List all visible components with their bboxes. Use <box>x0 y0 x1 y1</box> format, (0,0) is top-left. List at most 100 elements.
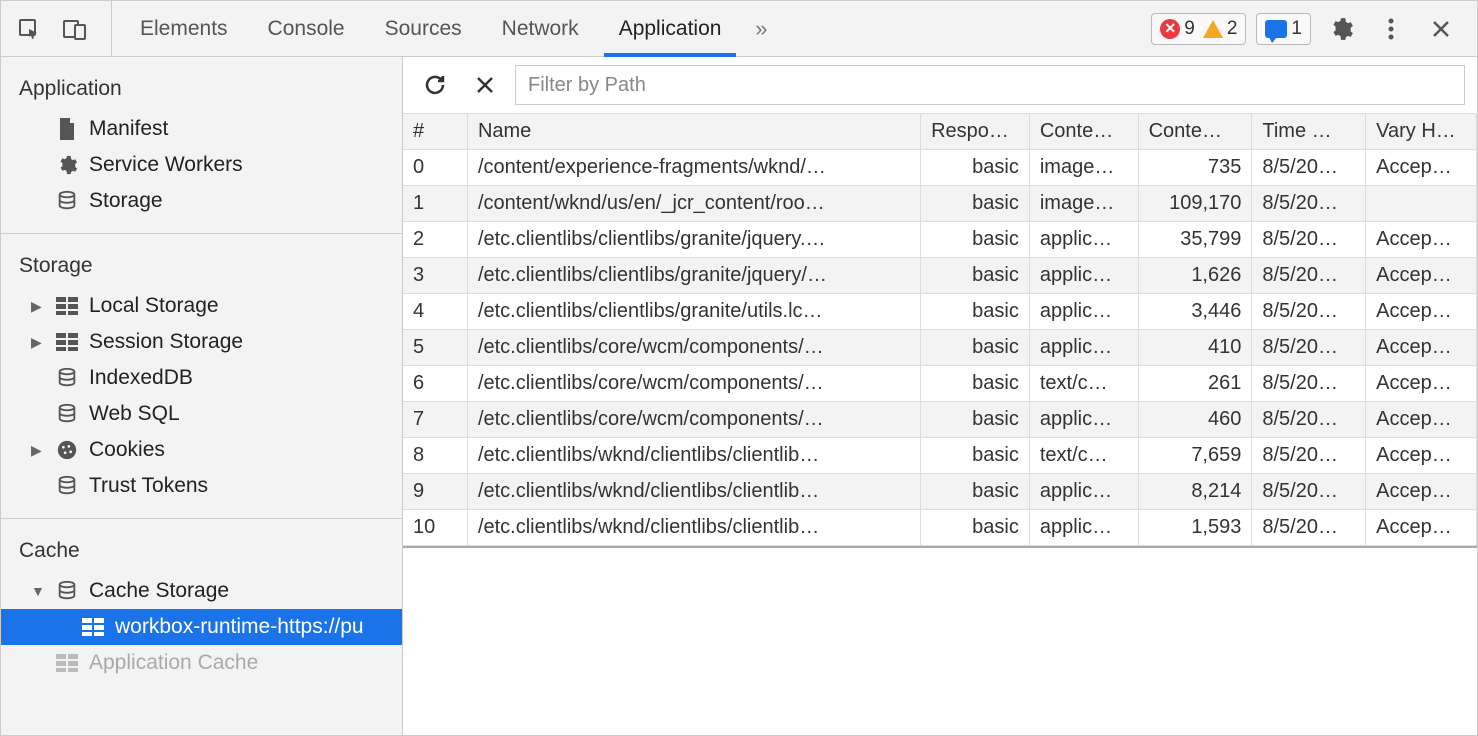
cell-vary: Accep… <box>1366 294 1477 330</box>
sidebar-item-local-storage[interactable]: ▶ Local Storage <box>1 288 402 324</box>
cell-content-length: 1,626 <box>1138 258 1252 294</box>
database-icon <box>55 579 79 603</box>
main-layout: Application Manifest Service Workers <box>1 57 1477 735</box>
issues-badge[interactable]: 1 <box>1256 13 1311 45</box>
table-row[interactable]: 8/etc.clientlibs/wknd/clientlibs/clientl… <box>403 438 1477 474</box>
table-row[interactable]: 9/etc.clientlibs/wknd/clientlibs/clientl… <box>403 474 1477 510</box>
sidebar-section-application: Application Manifest Service Workers <box>1 57 402 234</box>
cell-time: 8/5/20… <box>1252 438 1366 474</box>
inspect-element-icon[interactable] <box>9 9 49 49</box>
cache-content-pane: # Name Respo… Conte… Conte… Time … Vary … <box>403 57 1477 735</box>
error-count: 9 <box>1184 18 1195 40</box>
sidebar-item-cookies[interactable]: ▶ Cookies <box>1 432 402 468</box>
expand-arrow-icon[interactable]: ▶ <box>31 334 45 351</box>
console-status-badge[interactable]: ✕ 9 2 <box>1151 13 1246 45</box>
cell-time: 8/5/20… <box>1252 222 1366 258</box>
sidebar-item-manifest[interactable]: Manifest <box>1 111 402 147</box>
table-row[interactable]: 2/etc.clientlibs/clientlibs/granite/jque… <box>403 222 1477 258</box>
cell-name: /etc.clientlibs/core/wcm/components/… <box>467 330 920 366</box>
kebab-menu-icon[interactable] <box>1371 9 1411 49</box>
close-devtools-icon[interactable] <box>1421 9 1461 49</box>
table-row[interactable]: 10/etc.clientlibs/wknd/clientlibs/client… <box>403 510 1477 546</box>
col-header-content-length[interactable]: Conte… <box>1138 114 1252 150</box>
error-icon: ✕ <box>1160 19 1180 39</box>
cell-response: basic <box>921 258 1030 294</box>
cell-response: basic <box>921 186 1030 222</box>
toggle-device-icon[interactable] <box>55 9 95 49</box>
cell-vary: Accep… <box>1366 150 1477 186</box>
label: Web SQL <box>89 402 180 426</box>
label: Storage <box>89 189 163 213</box>
cell-name: /etc.clientlibs/clientlibs/granite/jquer… <box>467 222 920 258</box>
cell-response: basic <box>921 222 1030 258</box>
table-row[interactable]: 6/etc.clientlibs/core/wcm/components/…ba… <box>403 366 1477 402</box>
application-sidebar: Application Manifest Service Workers <box>1 57 403 735</box>
cell-content-length: 8,214 <box>1138 474 1252 510</box>
cell-content-length: 735 <box>1138 150 1252 186</box>
delete-icon[interactable] <box>465 65 505 105</box>
cell-content-length: 261 <box>1138 366 1252 402</box>
tab-elements[interactable]: Elements <box>120 1 248 56</box>
table-icon <box>81 615 105 639</box>
col-header-content-type[interactable]: Conte… <box>1029 114 1138 150</box>
label: Service Workers <box>89 153 243 177</box>
devtools-tabbar: Elements Console Sources Network Applica… <box>1 1 1477 57</box>
col-header-time[interactable]: Time … <box>1252 114 1366 150</box>
cell-content-type: text/c… <box>1029 438 1138 474</box>
table-row[interactable]: 7/etc.clientlibs/core/wcm/components/…ba… <box>403 402 1477 438</box>
cell-index: 5 <box>403 330 467 366</box>
col-header-name[interactable]: Name <box>467 114 920 150</box>
cell-response: basic <box>921 402 1030 438</box>
expand-arrow-icon[interactable]: ▶ <box>31 298 45 315</box>
tab-sources[interactable]: Sources <box>365 1 482 56</box>
col-header-index[interactable]: # <box>403 114 467 150</box>
filter-input[interactable] <box>515 65 1465 105</box>
cell-response: basic <box>921 438 1030 474</box>
col-header-vary[interactable]: Vary H… <box>1366 114 1477 150</box>
warning-icon <box>1203 20 1223 38</box>
cell-index: 3 <box>403 258 467 294</box>
settings-icon[interactable] <box>1321 9 1361 49</box>
more-tabs-icon[interactable]: » <box>741 9 781 49</box>
sidebar-item-websql[interactable]: Web SQL <box>1 396 402 432</box>
label: Session Storage <box>89 330 243 354</box>
sidebar-item-trust-tokens[interactable]: Trust Tokens <box>1 468 402 504</box>
sidebar-item-session-storage[interactable]: ▶ Session Storage <box>1 324 402 360</box>
cell-time: 8/5/20… <box>1252 510 1366 546</box>
cell-vary: Accep… <box>1366 402 1477 438</box>
tab-application[interactable]: Application <box>599 1 742 56</box>
cell-vary: Accep… <box>1366 474 1477 510</box>
cookie-icon <box>55 438 79 462</box>
cell-vary <box>1366 186 1477 222</box>
sidebar-item-cache-entry-selected[interactable]: workbox-runtime-https://pu <box>1 609 402 645</box>
col-header-response[interactable]: Respo… <box>921 114 1030 150</box>
tab-network[interactable]: Network <box>482 1 599 56</box>
tabbar-right-controls: ✕ 9 2 1 <box>1151 9 1469 49</box>
sidebar-item-application-cache[interactable]: Application Cache <box>1 645 402 681</box>
label: Application Cache <box>89 651 258 675</box>
tabbar-left-controls <box>9 1 112 56</box>
tab-console[interactable]: Console <box>248 1 365 56</box>
section-heading-application: Application <box>1 69 402 111</box>
refresh-icon[interactable] <box>415 65 455 105</box>
cell-time: 8/5/20… <box>1252 474 1366 510</box>
cell-response: basic <box>921 366 1030 402</box>
cache-table[interactable]: # Name Respo… Conte… Conte… Time … Vary … <box>403 114 1477 548</box>
collapse-arrow-icon[interactable]: ▼ <box>31 583 45 599</box>
expand-arrow-icon[interactable]: ▶ <box>31 442 45 459</box>
table-row[interactable]: 4/etc.clientlibs/clientlibs/granite/util… <box>403 294 1477 330</box>
cell-response: basic <box>921 150 1030 186</box>
table-row[interactable]: 5/etc.clientlibs/core/wcm/components/…ba… <box>403 330 1477 366</box>
database-icon <box>55 474 79 498</box>
sidebar-item-service-workers[interactable]: Service Workers <box>1 147 402 183</box>
label: IndexedDB <box>89 366 193 390</box>
cell-content-length: 109,170 <box>1138 186 1252 222</box>
cell-time: 8/5/20… <box>1252 294 1366 330</box>
table-row[interactable]: 0/content/experience-fragments/wknd/…bas… <box>403 150 1477 186</box>
table-row[interactable]: 3/etc.clientlibs/clientlibs/granite/jque… <box>403 258 1477 294</box>
sidebar-item-storage-overview[interactable]: Storage <box>1 183 402 219</box>
cell-index: 4 <box>403 294 467 330</box>
sidebar-item-indexeddb[interactable]: IndexedDB <box>1 360 402 396</box>
sidebar-item-cache-storage[interactable]: ▼ Cache Storage <box>1 573 402 609</box>
table-row[interactable]: 1/content/wknd/us/en/_jcr_content/roo…ba… <box>403 186 1477 222</box>
